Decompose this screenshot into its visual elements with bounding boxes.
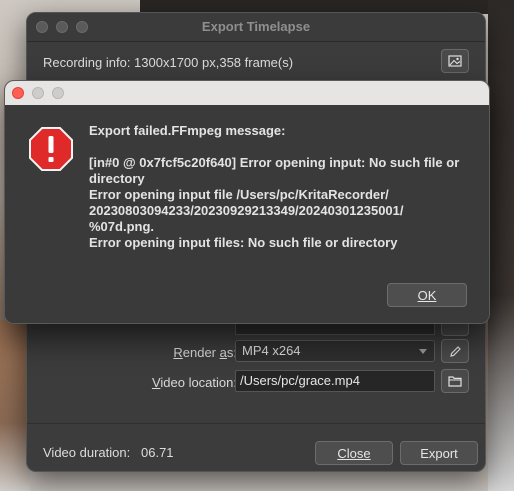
error-dialog-body: Export failed.FFmpeg message: [in#0 @ 0x… [5, 105, 489, 323]
edit-render-settings-button[interactable] [441, 339, 469, 363]
video-duration-value: 06.71 [141, 445, 174, 460]
window-title: Export Timelapse [201, 19, 311, 34]
folder-icon [448, 376, 462, 387]
render-as-select[interactable]: MP4 x264 [235, 340, 435, 362]
pencil-icon [449, 345, 461, 357]
dialog-window-controls [12, 87, 64, 99]
preview-image-button[interactable] [441, 49, 469, 73]
browse-location-button[interactable] [441, 369, 469, 393]
ok-button-label: OK [417, 287, 437, 303]
chevron-down-icon [419, 349, 427, 354]
export-button-label: Export [420, 445, 458, 461]
close-dialog-button[interactable] [12, 87, 24, 99]
video-location-label: Video location: [151, 375, 237, 390]
error-message: [in#0 @ 0x7fcf5c20f640] Error opening in… [89, 155, 460, 250]
error-dialog: Export failed.FFmpeg message: [in#0 @ 0x… [4, 80, 490, 324]
background-strip [488, 0, 514, 491]
export-button[interactable]: Export [400, 441, 478, 465]
zoom-dialog-button[interactable] [52, 87, 64, 99]
error-heading: Export failed.FFmpeg message: [89, 123, 286, 138]
recording-info: Recording info: 1300x1700 px,358 frame(s… [43, 55, 294, 70]
video-location-row: Video location: /Users/pc/grace.mp4 [27, 369, 485, 396]
video-duration-label: Video duration: [43, 445, 131, 460]
error-octagon-icon [29, 127, 73, 171]
ok-button[interactable]: OK [387, 283, 467, 307]
image-icon [448, 55, 462, 67]
titlebar: Export Timelapse [27, 13, 485, 42]
render-as-label: Render as: [173, 345, 237, 360]
video-location-input[interactable]: /Users/pc/grace.mp4 [235, 370, 435, 392]
minimize-dialog-button[interactable] [32, 87, 44, 99]
render-as-value: MP4 x264 [242, 343, 301, 358]
close-button[interactable]: Close [315, 441, 393, 465]
error-message-area: Export failed.FFmpeg message: [in#0 @ 0x… [89, 123, 479, 251]
render-as-row: Render as: MP4 x264 [27, 339, 485, 366]
error-dialog-titlebar [5, 81, 489, 105]
close-button-label: Close [337, 445, 371, 461]
divider [27, 423, 485, 424]
